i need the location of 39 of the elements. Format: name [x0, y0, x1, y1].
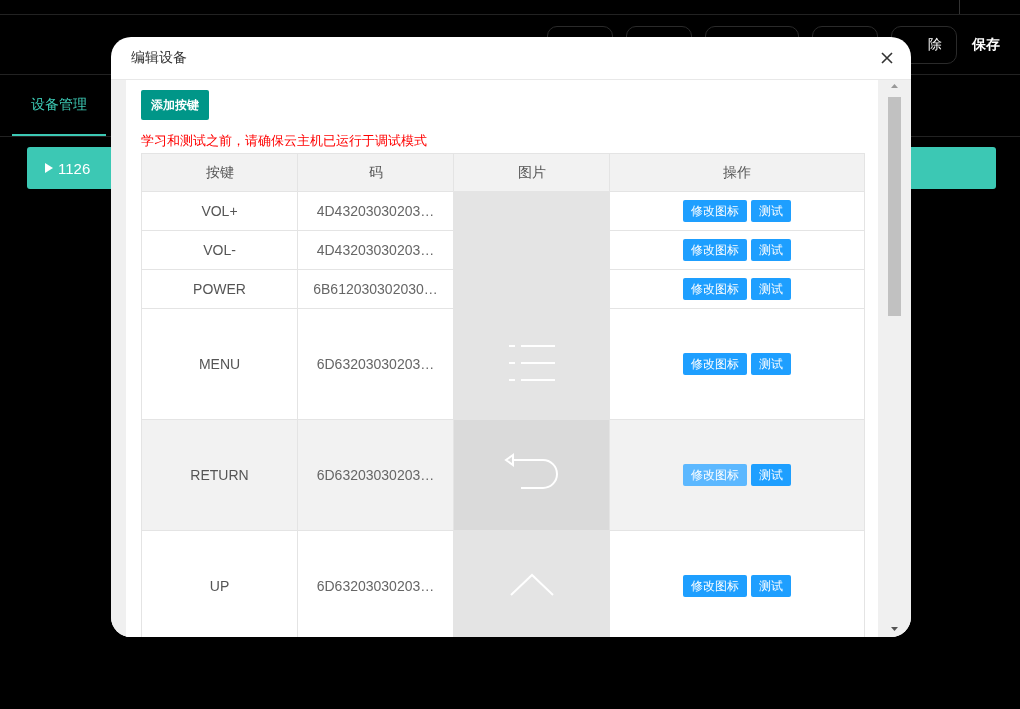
table-cell: VOL-	[141, 230, 298, 270]
node-label: 1126	[58, 159, 91, 177]
save-button[interactable]: 保存	[970, 35, 1002, 54]
change-icon-button[interactable]: 修改图标	[683, 239, 747, 261]
test-button[interactable]: 测试	[751, 278, 791, 300]
tab[interactable]: 设备管理	[12, 75, 106, 136]
table-cell: VOL+	[141, 191, 298, 231]
change-icon-button[interactable]: 修改图标	[683, 200, 747, 222]
change-icon-button[interactable]: 修改图标	[683, 353, 747, 375]
chevron-up-icon	[508, 572, 555, 597]
change-icon-button[interactable]: 修改图标	[683, 464, 747, 486]
change-icon-button[interactable]: 修改图标	[683, 278, 747, 300]
table-cell: MENU	[141, 308, 298, 420]
list-icon	[507, 343, 556, 382]
table-cell: 4D43203030203…	[297, 191, 454, 231]
close-icon[interactable]	[881, 52, 893, 64]
test-button[interactable]: 测试	[751, 464, 791, 486]
table-cell: UP	[141, 530, 298, 637]
column-header: 图片	[453, 153, 610, 192]
scroll-down-icon[interactable]	[891, 627, 898, 631]
test-button[interactable]: 测试	[751, 200, 791, 222]
column-header: 操作	[609, 153, 865, 192]
add-key-button[interactable]: 添加按键	[141, 90, 209, 120]
column-header: 码	[297, 153, 454, 192]
table-cell: 6D63203030203…	[297, 419, 454, 531]
table-cell: POWER	[141, 269, 298, 309]
table-cell: 4D43203030203…	[297, 230, 454, 270]
test-button[interactable]: 测试	[751, 575, 791, 597]
column-header: 按键	[141, 153, 298, 192]
dialog-title: 编辑设备	[131, 49, 187, 67]
change-icon-button[interactable]: 修改图标	[683, 575, 747, 597]
test-button[interactable]: 测试	[751, 239, 791, 261]
table-cell: 6B612030302030…	[297, 269, 454, 309]
scroll-up-icon[interactable]	[891, 84, 898, 88]
warning-text: 学习和测试之前，请确保云主机已运行于调试模式	[141, 132, 428, 150]
scrollbar-thumb[interactable]	[888, 97, 901, 316]
table-cell: 6D63203030203…	[297, 308, 454, 420]
test-button[interactable]: 测试	[751, 353, 791, 375]
table-cell: RETURN	[141, 419, 298, 531]
